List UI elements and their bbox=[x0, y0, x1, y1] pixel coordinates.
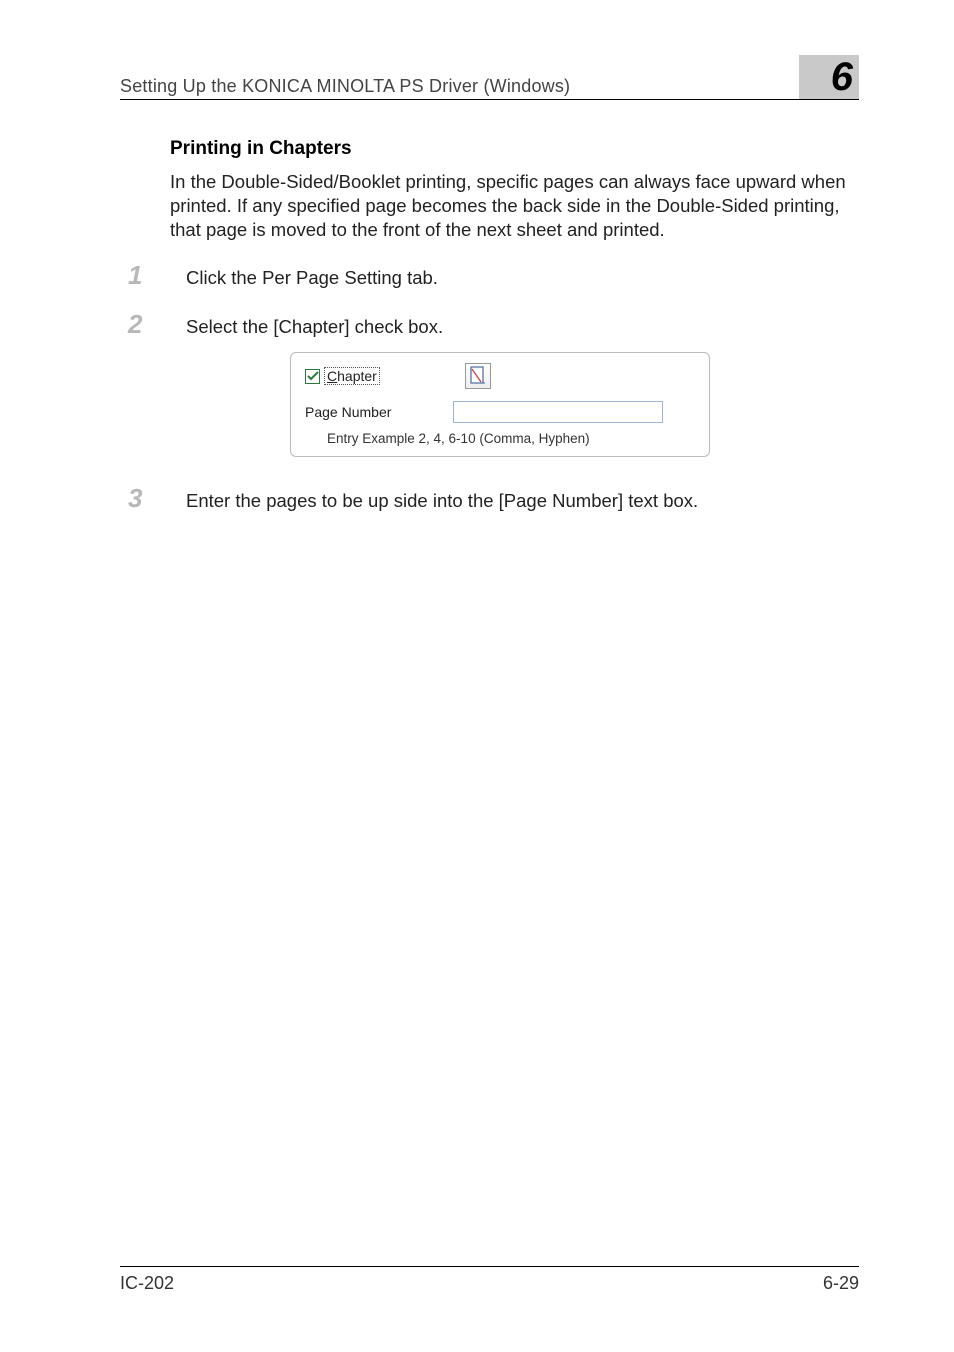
page-header: Setting Up the KONICA MINOLTA PS Driver … bbox=[120, 55, 859, 100]
step-1: 1 Click the Per Page Setting tab. bbox=[128, 260, 859, 291]
chapter-label-text: hapter bbox=[337, 368, 377, 384]
pg-label-post: e Number bbox=[330, 404, 391, 420]
step-3: 3 Enter the pages to be up side into the… bbox=[128, 483, 859, 514]
step-number: 2 bbox=[128, 309, 186, 340]
step-number: 3 bbox=[128, 483, 186, 514]
step-number: 1 bbox=[128, 260, 186, 291]
page-number-label: Page Number bbox=[305, 404, 425, 420]
page-number-input[interactable] bbox=[453, 401, 663, 423]
chapter-preview-icon-button[interactable] bbox=[465, 363, 491, 389]
document-icon bbox=[469, 366, 487, 386]
chapter-checkbox-label: Chapter bbox=[324, 367, 380, 385]
pg-label-pre: Pa bbox=[305, 404, 322, 420]
chapter-label-accel: C bbox=[327, 368, 337, 384]
chapter-checkbox-row: Chapter bbox=[305, 363, 695, 399]
footer-left: IC-202 bbox=[120, 1273, 174, 1294]
chapter-number-box: 6 bbox=[799, 55, 859, 99]
steps-list: 1 Click the Per Page Setting tab. 2 Sele… bbox=[128, 260, 859, 514]
step-text: Click the Per Page Setting tab. bbox=[186, 267, 438, 289]
section-paragraph: In the Double-Sided/Booklet printing, sp… bbox=[170, 170, 859, 242]
chapter-settings-panel: Chapter Page Number Entry Example 2, 4 bbox=[290, 352, 710, 457]
chapter-number: 6 bbox=[831, 57, 853, 97]
page-footer: IC-202 6-29 bbox=[120, 1266, 859, 1294]
page-number-row: Page Number bbox=[305, 401, 695, 423]
entry-example-hint: Entry Example 2, 4, 6-10 (Comma, Hyphen) bbox=[327, 431, 695, 446]
section-heading: Printing in Chapters bbox=[170, 138, 859, 160]
pg-label-accel: g bbox=[322, 404, 330, 420]
ui-screenshot-figure: Chapter Page Number Entry Example 2, 4 bbox=[290, 352, 710, 457]
footer-right: 6-29 bbox=[823, 1273, 859, 1294]
step-text: Select the [Chapter] check box. bbox=[186, 316, 443, 338]
header-title: Setting Up the KONICA MINOLTA PS Driver … bbox=[120, 76, 570, 97]
step-2: 2 Select the [Chapter] check box. bbox=[128, 309, 859, 340]
chapter-checkbox[interactable] bbox=[305, 369, 320, 384]
step-text: Enter the pages to be up side into the [… bbox=[186, 490, 698, 512]
checkmark-icon bbox=[307, 371, 319, 381]
